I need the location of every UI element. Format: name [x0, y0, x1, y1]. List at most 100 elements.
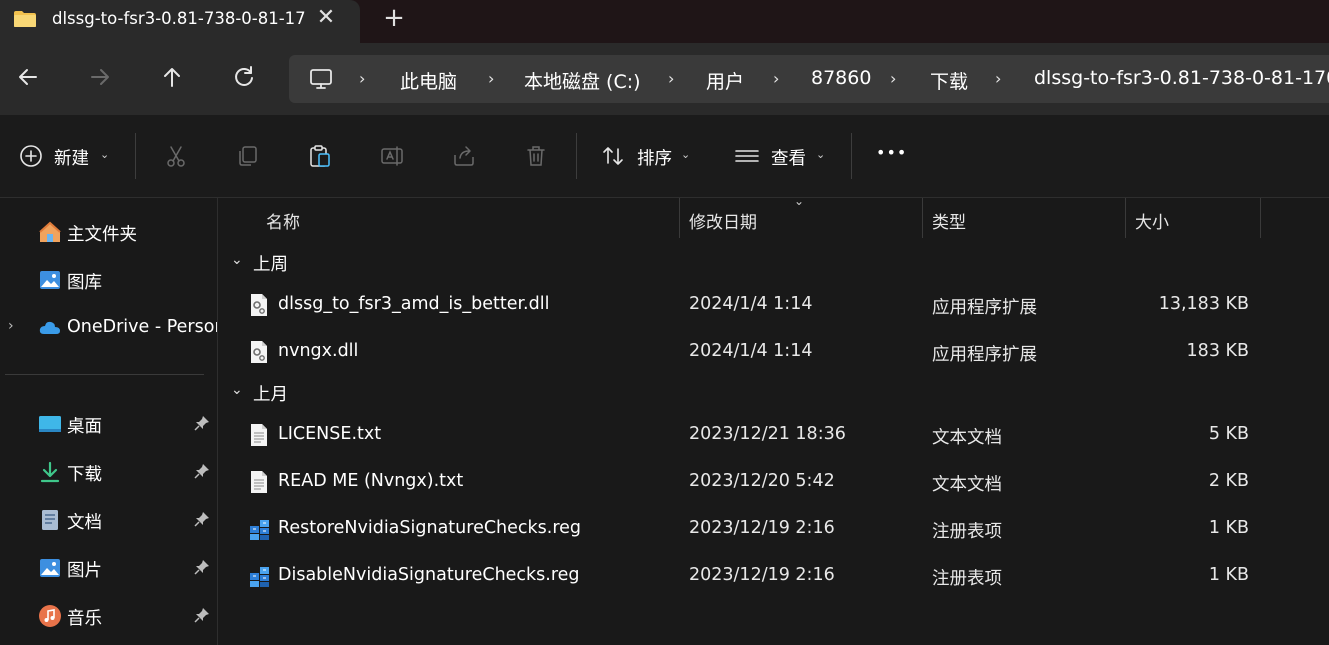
file-type: 应用程序扩展: [932, 298, 1037, 318]
share-icon[interactable]: [451, 143, 477, 169]
sidebar-item-home[interactable]: 主文件夹: [0, 211, 218, 251]
refresh-icon[interactable]: [230, 63, 258, 91]
tab-title: dlssg-to-fsr3-0.81-738-0-81-17: [52, 9, 306, 28]
collapse-chevron-icon[interactable]: ⌄: [231, 382, 243, 398]
file-size: 1 KB: [1208, 518, 1249, 538]
file-size: 1 KB: [1208, 565, 1249, 585]
group-header-last-week[interactable]: ⌄ 上周: [219, 249, 1329, 279]
file-type: 注册表项: [932, 569, 1002, 589]
toolbar-divider: [135, 133, 136, 179]
column-header-size[interactable]: 大小: [1135, 208, 1169, 233]
file-name[interactable]: nvngx.dll: [278, 341, 358, 361]
file-row[interactable]: DisableNvidiaSignatureChecks.reg 2023/12…: [219, 553, 1329, 599]
column-header-name[interactable]: 名称: [266, 208, 300, 233]
chevron-down-icon[interactable]: ⌄: [816, 148, 825, 161]
navigation-bar: › 此电脑 › 本地磁盘 (C:) › 用户 › 87860 › 下载 › dl…: [0, 43, 1329, 115]
desktop-icon: [39, 416, 61, 432]
sidebar-item-documents[interactable]: 文档: [0, 499, 218, 539]
this-pc-icon[interactable]: [309, 67, 333, 91]
column-header-type[interactable]: 类型: [932, 208, 966, 233]
new-button[interactable]: 新建: [54, 145, 89, 170]
column-divider[interactable]: [679, 198, 680, 238]
add-icon[interactable]: [18, 143, 44, 169]
copy-icon[interactable]: [235, 143, 261, 169]
toolbar-divider: [576, 133, 577, 179]
new-tab-button[interactable]: +: [382, 5, 406, 31]
sidebar-item-desktop[interactable]: 桌面: [0, 403, 218, 443]
navigation-pane: 主文件夹 图库 › OneDrive - Personal 桌面: [0, 198, 218, 645]
file-name[interactable]: READ ME (Nvngx).txt: [278, 471, 463, 491]
file-row[interactable]: RestoreNvidiaSignatureChecks.reg 2023/12…: [219, 506, 1329, 552]
file-type: 文本文档: [932, 475, 1002, 495]
paste-icon[interactable]: [307, 143, 333, 169]
view-icon[interactable]: [734, 143, 760, 169]
breadcrumb-downloads[interactable]: 下载: [930, 67, 968, 94]
sort-icon[interactable]: [600, 143, 626, 169]
pin-icon[interactable]: [194, 559, 210, 575]
pin-icon[interactable]: [194, 607, 210, 623]
file-modified: 2023/12/19 2:16: [689, 565, 835, 585]
music-icon: [39, 605, 61, 627]
column-divider[interactable]: [1260, 198, 1261, 238]
sidebar-item-music[interactable]: 音乐: [0, 595, 218, 635]
registry-icon: [250, 567, 269, 587]
arrow-up-icon[interactable]: [158, 63, 186, 91]
breadcrumb-users[interactable]: 用户: [706, 67, 744, 94]
collapse-chevron-icon[interactable]: ⌄: [231, 252, 243, 268]
file-size: 5 KB: [1208, 424, 1249, 444]
file-name[interactable]: LICENSE.txt: [278, 424, 381, 444]
gallery-icon: [40, 271, 60, 289]
rename-icon[interactable]: [379, 143, 405, 169]
breadcrumb-user-folder[interactable]: 87860: [811, 67, 871, 89]
sidebar-item-gallery[interactable]: 图库: [0, 259, 218, 299]
file-modified: 2023/12/21 18:36: [689, 424, 846, 444]
file-row[interactable]: READ ME (Nvngx).txt 2023/12/20 5:42 文本文档…: [219, 459, 1329, 505]
file-row[interactable]: LICENSE.txt 2023/12/21 18:36 文本文档 5 KB: [219, 412, 1329, 458]
group-label: 上月: [253, 385, 288, 405]
file-modified: 2024/1/4 1:14: [689, 341, 813, 361]
sidebar-item-label: 图片: [67, 561, 102, 581]
file-name[interactable]: DisableNvidiaSignatureChecks.reg: [278, 565, 580, 585]
document-icon: [42, 510, 58, 530]
sort-button[interactable]: 排序: [637, 145, 672, 170]
folder-icon: [14, 11, 36, 27]
cut-icon[interactable]: [163, 143, 189, 169]
sidebar-item-downloads[interactable]: 下载: [0, 451, 218, 491]
breadcrumb-current-folder[interactable]: dlssg-to-fsr3-0.81-738-0-81-170: [1034, 67, 1329, 89]
breadcrumb-this-pc[interactable]: 此电脑: [400, 67, 457, 94]
file-type: 应用程序扩展: [932, 345, 1037, 365]
pin-icon[interactable]: [194, 415, 210, 431]
file-name[interactable]: RestoreNvidiaSignatureChecks.reg: [278, 518, 581, 538]
view-button[interactable]: 查看: [771, 145, 806, 170]
file-row[interactable]: nvngx.dll 2024/1/4 1:14 应用程序扩展 183 KB: [219, 329, 1329, 375]
breadcrumb-separator: ›: [890, 69, 897, 88]
column-divider[interactable]: [1125, 198, 1126, 238]
pin-icon[interactable]: [194, 463, 210, 479]
chevron-down-icon[interactable]: ⌄: [681, 148, 690, 161]
file-modified: 2024/1/4 1:14: [689, 294, 813, 314]
sidebar-item-onedrive[interactable]: › OneDrive - Personal: [0, 307, 218, 347]
toolbar-divider: [851, 133, 852, 179]
column-header-modified[interactable]: 修改日期: [689, 208, 757, 233]
sidebar-item-pictures[interactable]: 图片: [0, 547, 218, 587]
more-options-button[interactable]: •••: [876, 143, 907, 162]
sidebar-item-label: OneDrive - Personal: [67, 317, 217, 337]
dll-icon: [251, 341, 267, 363]
file-row[interactable]: dlssg_to_fsr3_amd_is_better.dll 2024/1/4…: [219, 282, 1329, 328]
arrow-right-icon[interactable]: [86, 63, 114, 91]
tab-active[interactable]: dlssg-to-fsr3-0.81-738-0-81-17 ✕: [0, 0, 360, 43]
command-bar: 新建 ⌄ 排序 ⌄ 查看 ⌄ •••: [0, 115, 1329, 198]
delete-icon[interactable]: [523, 143, 549, 169]
breadcrumb-local-disk[interactable]: 本地磁盘 (C:): [524, 67, 641, 94]
breadcrumb-separator: ›: [668, 69, 675, 88]
sidebar-item-label: 下载: [67, 465, 102, 485]
column-divider[interactable]: [922, 198, 923, 238]
pin-icon[interactable]: [194, 511, 210, 527]
arrow-left-icon[interactable]: [14, 63, 42, 91]
group-header-last-month[interactable]: ⌄ 上月: [219, 379, 1329, 409]
address-bar[interactable]: › 此电脑 › 本地磁盘 (C:) › 用户 › 87860 › 下载 › dl…: [289, 55, 1329, 103]
expand-chevron-icon[interactable]: ›: [8, 318, 14, 334]
close-tab-icon[interactable]: ✕: [315, 7, 337, 29]
chevron-down-icon[interactable]: ⌄: [100, 148, 109, 161]
file-name[interactable]: dlssg_to_fsr3_amd_is_better.dll: [278, 294, 549, 314]
